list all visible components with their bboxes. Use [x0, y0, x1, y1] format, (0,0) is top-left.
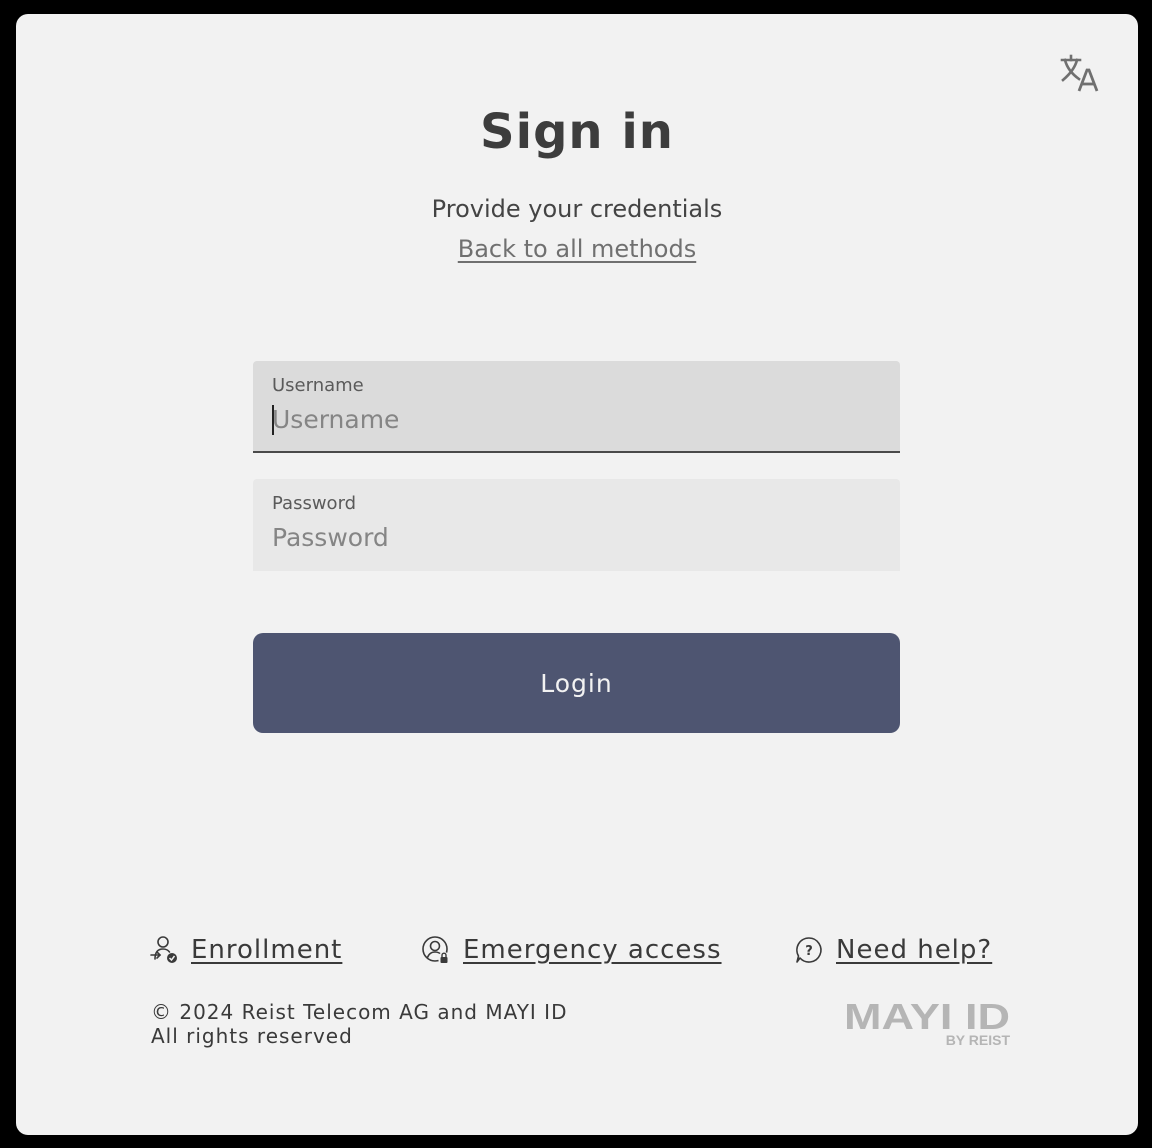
logo-tagline: BY REIST	[946, 1032, 1011, 1048]
username-placeholder[interactable]: Username	[272, 405, 399, 434]
emergency-access-link[interactable]: Emergency access	[421, 932, 722, 968]
login-button[interactable]: Login	[253, 633, 900, 733]
user-check-icon	[150, 936, 177, 963]
back-to-methods-link[interactable]: Back to all methods	[458, 235, 696, 263]
enrollment-link[interactable]: Enrollment	[149, 932, 342, 968]
help-chat-icon: ?	[796, 937, 822, 963]
password-label: Password	[272, 493, 357, 514]
copyright-line: © 2024 Reist Telecom AG and MAYI ID	[151, 1000, 568, 1024]
username-label: Username	[272, 375, 364, 396]
need-help-label: Need help?	[836, 935, 993, 965]
rights-line: All rights reserved	[151, 1024, 353, 1048]
translate-icon	[1060, 54, 1099, 92]
text-caret	[272, 405, 274, 435]
page-title: Sign in	[480, 104, 674, 160]
emergency-access-label: Emergency access	[463, 935, 722, 965]
user-lock-icon	[422, 936, 450, 964]
copyright: © 2024 Reist Telecom AG and MAYI ID All …	[151, 1000, 567, 1048]
language-button[interactable]	[1060, 54, 1100, 94]
back-to-methods-row: Back to all methods	[16, 235, 1138, 263]
mayi-id-logo: MAYI ID BY REIST	[844, 999, 1011, 1048]
svg-text:?: ?	[805, 944, 813, 959]
need-help-link[interactable]: ? Need help?	[794, 932, 992, 968]
enrollment-label: Enrollment	[191, 935, 343, 965]
login-card: Sign in Provide your credentials Back to…	[16, 14, 1138, 1135]
username-field[interactable]: Username Username	[253, 361, 900, 453]
password-field[interactable]: Password Password	[253, 479, 900, 571]
password-placeholder[interactable]: Password	[272, 523, 389, 552]
page-subtitle: Provide your credentials	[431, 195, 723, 223]
